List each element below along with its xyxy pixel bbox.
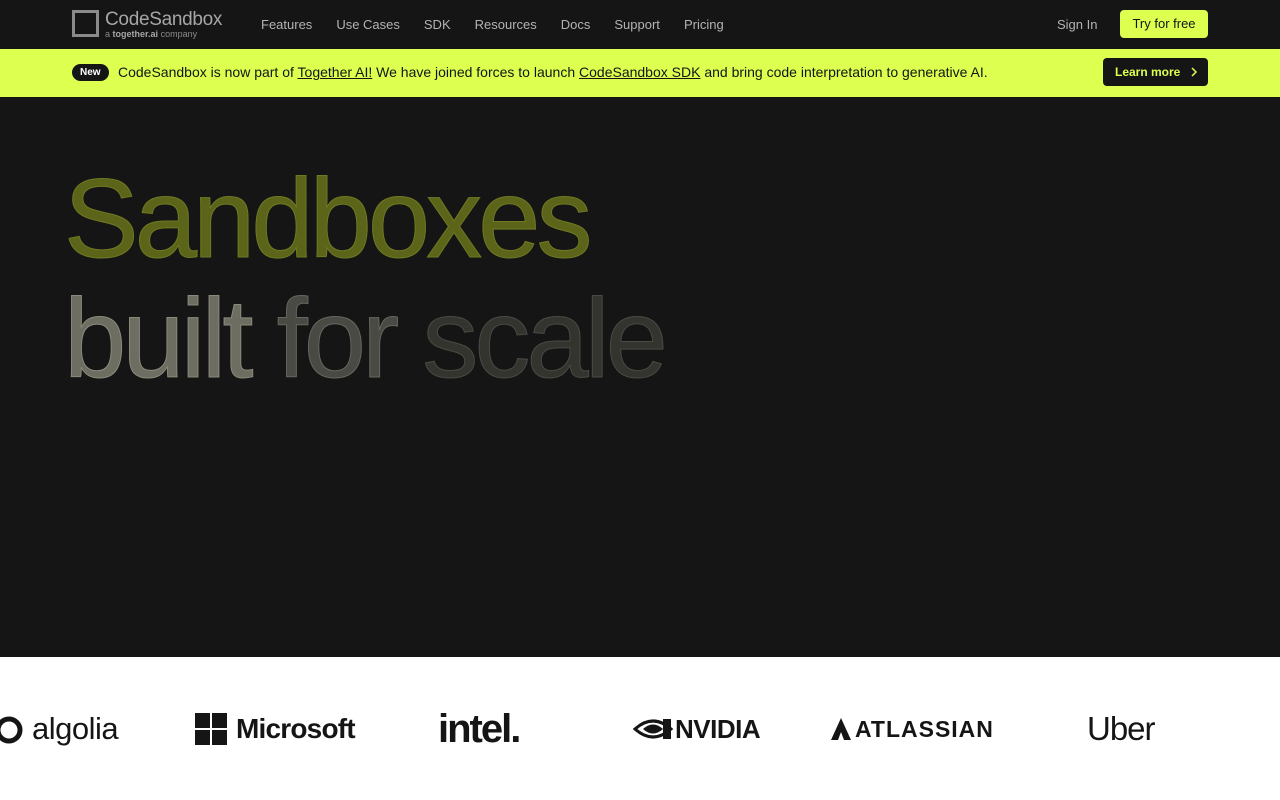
hero-section: Sandboxes built for scale xyxy=(0,97,1280,657)
uber-logo: Uber xyxy=(1087,709,1156,749)
codesandbox-logo[interactable]: CodeSandbox a together.ai company xyxy=(72,10,222,40)
together-ai-link[interactable]: Together AI! xyxy=(298,64,373,80)
hero-title-line-2: built for scale xyxy=(63,282,668,395)
nav-link-features[interactable]: Features xyxy=(261,17,312,32)
logo-subtitle: a together.ai company xyxy=(105,29,222,40)
try-for-free-button[interactable]: Try for free xyxy=(1120,10,1208,38)
chevron-right-icon xyxy=(1191,67,1198,77)
codesandbox-logo-icon xyxy=(72,10,99,37)
sign-in-link[interactable]: Sign In xyxy=(1057,17,1097,32)
logo-text: CodeSandbox a together.ai company xyxy=(105,10,222,40)
hero-word-scale: scale xyxy=(422,276,668,401)
learn-more-button[interactable]: Learn more xyxy=(1103,58,1208,86)
algolia-logo: algolia xyxy=(0,709,119,749)
nav-link-pricing[interactable]: Pricing xyxy=(684,17,724,32)
nav-link-use-cases[interactable]: Use Cases xyxy=(336,17,400,32)
nvidia-eye-icon xyxy=(633,719,673,739)
nav-links: Features Use Cases SDK Resources Docs Su… xyxy=(261,17,748,32)
intel-logo: intel. xyxy=(438,706,521,751)
nav-link-support[interactable]: Support xyxy=(614,17,660,32)
nav-link-sdk[interactable]: SDK xyxy=(424,17,451,32)
algolia-icon xyxy=(0,716,23,744)
banner-text: CodeSandbox is now part of Together AI! … xyxy=(118,64,988,81)
banner-text-3: and bring code interpretation to generat… xyxy=(700,64,988,80)
top-nav: CodeSandbox a together.ai company Featur… xyxy=(0,0,1280,49)
hero-word-for: for xyxy=(276,276,400,401)
atlassian-icon xyxy=(831,718,851,740)
atlassian-logo: ATLASSIAN xyxy=(831,709,994,749)
intel-wordmark: intel. xyxy=(438,706,521,751)
learn-more-label: Learn more xyxy=(1115,65,1181,79)
banner-text-1: CodeSandbox is now part of xyxy=(118,64,298,80)
nvidia-logo: NVIDIA xyxy=(633,709,761,749)
atlassian-wordmark: ATLASSIAN xyxy=(855,715,994,742)
microsoft-logo: Microsoft xyxy=(195,709,356,749)
logo-sub-brand: together.ai xyxy=(112,29,159,39)
banner-text-2: We have joined forces to launch xyxy=(372,64,580,80)
microsoft-wordmark: Microsoft xyxy=(236,713,356,744)
logo-sub-suffix: company xyxy=(160,29,198,39)
algolia-wordmark: algolia xyxy=(32,711,119,746)
codesandbox-sdk-link[interactable]: CodeSandbox SDK xyxy=(579,64,700,80)
customer-logos: algolia Microsoft intel. NVIDIA ATLASSIA… xyxy=(0,657,1280,800)
announcement-banner: New CodeSandbox is now part of Together … xyxy=(0,49,1280,97)
logo-name: CodeSandbox xyxy=(105,9,223,30)
uber-wordmark: Uber xyxy=(1087,710,1156,747)
hero-title-line-1: Sandboxes xyxy=(63,156,592,281)
nav-link-docs[interactable]: Docs xyxy=(561,17,591,32)
nvidia-wordmark: NVIDIA xyxy=(675,713,761,744)
logo-sub-prefix: a xyxy=(105,29,111,39)
hero-word-built: built xyxy=(63,276,253,401)
new-badge: New xyxy=(72,64,109,81)
microsoft-icon xyxy=(195,712,227,745)
nav-link-resources[interactable]: Resources xyxy=(475,17,537,32)
